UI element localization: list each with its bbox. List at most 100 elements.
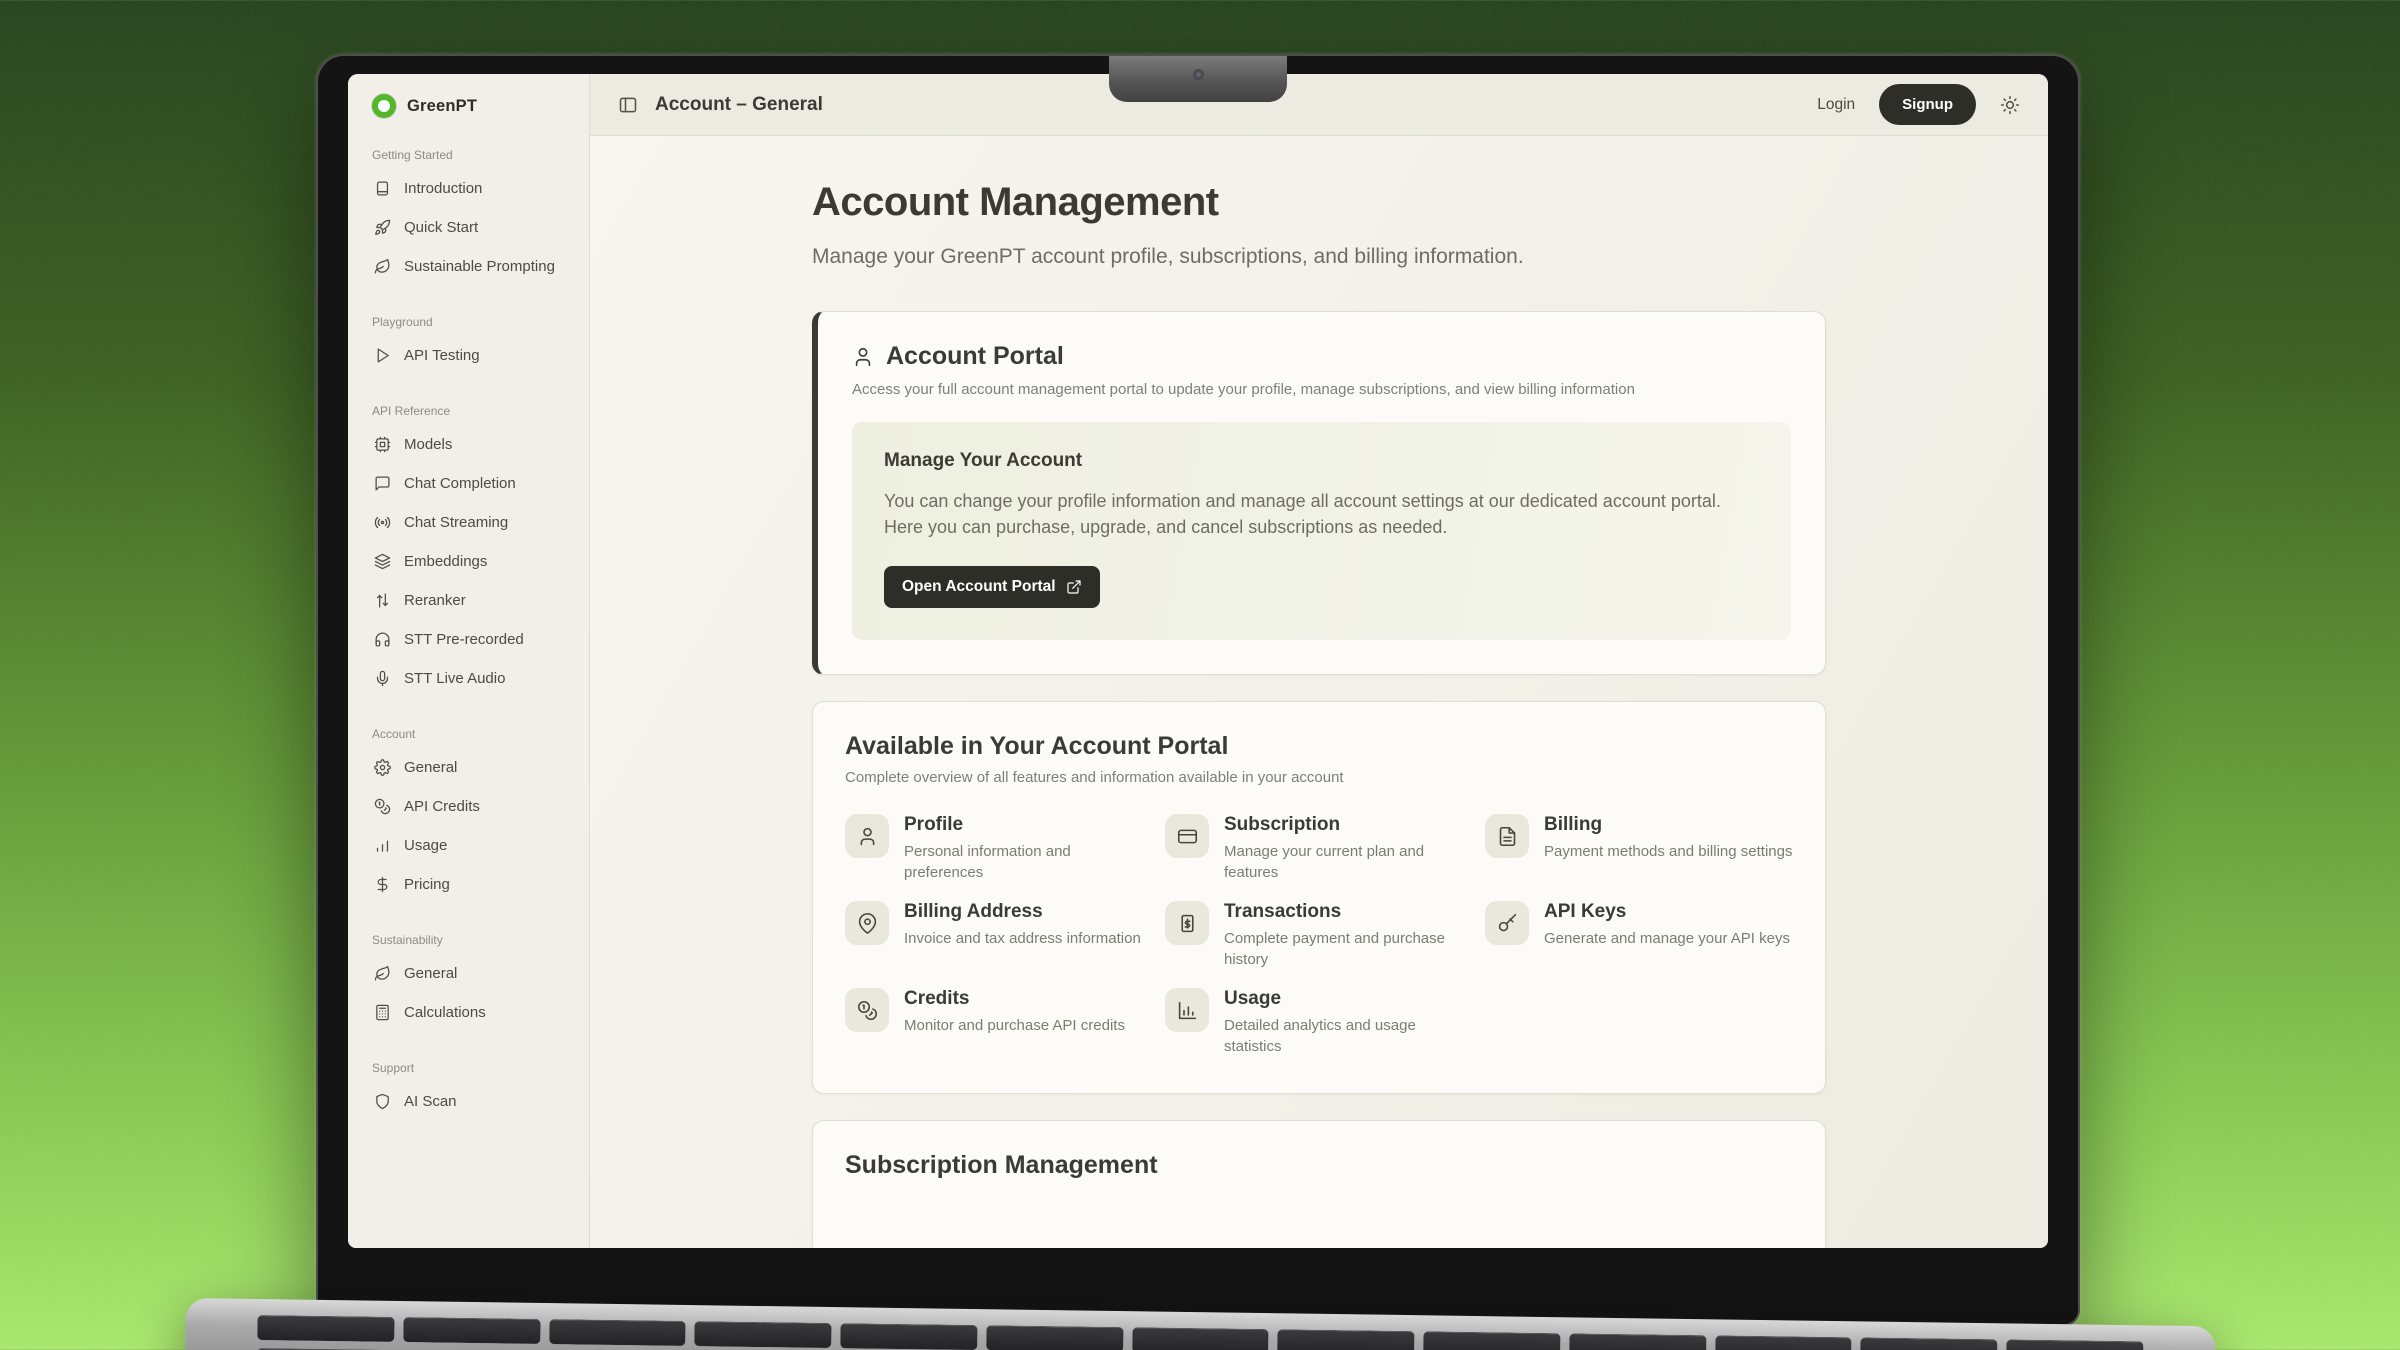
keyboard-key bbox=[1715, 1335, 1852, 1350]
sun-icon[interactable] bbox=[2000, 95, 2020, 115]
file-text-icon bbox=[1485, 814, 1529, 858]
sidebar-item-api-testing[interactable]: API Testing bbox=[372, 337, 571, 374]
sidebar-item-calculations[interactable]: Calculations bbox=[372, 994, 571, 1031]
sidebar-item-label: STT Live Audio bbox=[404, 670, 505, 687]
sidebar-item-chat-completion[interactable]: Chat Completion bbox=[372, 465, 571, 502]
sidebar-item-stt-pre-recorded[interactable]: STT Pre-recorded bbox=[372, 621, 571, 658]
sidebar-section-label: Sustainability bbox=[372, 933, 571, 947]
sidebar-item-api-credits[interactable]: API Credits bbox=[372, 788, 571, 825]
external-link-icon bbox=[1066, 579, 1082, 595]
sidebar-section-label: API Reference bbox=[372, 404, 571, 418]
panel-left-icon[interactable] bbox=[618, 95, 638, 115]
portal-features-subtitle: Complete overview of all features and in… bbox=[845, 769, 1793, 786]
subscription-management-title: Subscription Management bbox=[845, 1151, 1793, 1180]
bar-chart-icon bbox=[374, 837, 391, 854]
sidebar-item-label: Pricing bbox=[404, 876, 450, 893]
sidebar-item-quick-start[interactable]: Quick Start bbox=[372, 209, 571, 246]
sidebar-item-label: Quick Start bbox=[404, 219, 478, 236]
manage-account-title: Manage Your Account bbox=[884, 450, 1759, 472]
features-grid: Profile Personal information and preferen… bbox=[845, 814, 1793, 1057]
chart-column-icon bbox=[1165, 988, 1209, 1032]
portal-features-card: Available in Your Account Portal Complet… bbox=[812, 701, 1826, 1094]
sidebar-item-label: General bbox=[404, 759, 457, 776]
headphones-icon bbox=[374, 631, 391, 648]
sidebar-section-label: Account bbox=[372, 727, 571, 741]
keyboard-key bbox=[1278, 1329, 1415, 1350]
key-icon bbox=[1485, 901, 1529, 945]
feature-title: Profile bbox=[904, 814, 1153, 836]
feature-description: Detailed analytics and usage statistics bbox=[1224, 1015, 1473, 1057]
sidebar-item-usage[interactable]: Usage bbox=[372, 827, 571, 864]
brand-logo-icon bbox=[372, 94, 396, 118]
sidebar-item-label: Models bbox=[404, 436, 452, 453]
account-portal-title: Account Portal bbox=[886, 342, 1064, 371]
mic-icon bbox=[374, 670, 391, 687]
topbar: Account – General Login Signup bbox=[590, 74, 2048, 136]
keyboard-key bbox=[2006, 1339, 2143, 1350]
leaf-icon bbox=[374, 258, 391, 275]
feature-item-credits: Credits Monitor and purchase API credits bbox=[845, 988, 1153, 1057]
sidebar-item-models[interactable]: Models bbox=[372, 426, 571, 463]
feature-description: Monitor and purchase API credits bbox=[904, 1015, 1125, 1036]
laptop-screen: GreenPT Getting StartedIntroductionQuick… bbox=[316, 54, 2080, 1326]
sidebar-item-reranker[interactable]: Reranker bbox=[372, 582, 571, 619]
open-account-portal-button[interactable]: Open Account Portal bbox=[884, 566, 1100, 608]
portal-features-title: Available in Your Account Portal bbox=[845, 732, 1793, 761]
brand-logo[interactable]: GreenPT bbox=[372, 94, 571, 118]
feature-title: Credits bbox=[904, 988, 1125, 1010]
sidebar-section-label: Support bbox=[372, 1061, 571, 1075]
login-link[interactable]: Login bbox=[1817, 96, 1855, 114]
page-subtitle: Manage your GreenPT account profile, sub… bbox=[812, 245, 1826, 269]
feature-item-billing-address: Billing AddressInvoice and tax address i… bbox=[845, 901, 1153, 970]
sidebar-item-stt-live-audio[interactable]: STT Live Audio bbox=[372, 660, 571, 697]
sidebar-item-label: Sustainable Prompting bbox=[404, 258, 555, 275]
open-account-portal-label: Open Account Portal bbox=[902, 578, 1056, 596]
receipt-icon bbox=[1165, 901, 1209, 945]
feature-item-api-keys: API Keys Generate and manage your API key… bbox=[1485, 901, 1793, 970]
sidebar-item-label: Reranker bbox=[404, 592, 466, 609]
feature-title: Billing bbox=[1544, 814, 1792, 836]
keyboard-key bbox=[257, 1315, 394, 1342]
manage-account-panel: Manage Your Account You can change your … bbox=[852, 422, 1791, 640]
layers-icon bbox=[374, 553, 391, 570]
feature-description: Personal information and preferences bbox=[904, 841, 1153, 883]
account-portal-card: Account Portal Access your full account … bbox=[812, 311, 1826, 675]
calculator-icon bbox=[374, 1004, 391, 1021]
account-portal-description: Access your full account management port… bbox=[852, 381, 1791, 398]
laptop-notch bbox=[1109, 56, 1287, 102]
feature-item-usage: UsageDetailed analytics and usage statis… bbox=[1165, 988, 1473, 1057]
rocket-icon bbox=[374, 219, 391, 236]
keyboard-key bbox=[840, 1323, 977, 1350]
keyboard-key bbox=[1423, 1331, 1560, 1350]
subscription-management-card: Subscription Management bbox=[812, 1120, 1826, 1248]
sidebar-item-general[interactable]: General bbox=[372, 955, 571, 992]
feature-description: Generate and manage your API keys bbox=[1544, 928, 1790, 949]
sidebar-item-chat-streaming[interactable]: Chat Streaming bbox=[372, 504, 571, 541]
keyboard-key bbox=[1132, 1327, 1269, 1350]
coins-icon bbox=[845, 988, 889, 1032]
feature-title: API Keys bbox=[1544, 901, 1790, 923]
credit-card-icon bbox=[1165, 814, 1209, 858]
coins-icon bbox=[374, 798, 391, 815]
sidebar-item-pricing[interactable]: Pricing bbox=[372, 866, 571, 903]
sidebar-item-label: Chat Completion bbox=[404, 475, 516, 492]
sidebar-section-label: Playground bbox=[372, 315, 571, 329]
sidebar-item-ai-scan[interactable]: AI Scan bbox=[372, 1083, 571, 1120]
sidebar-item-sustainable-prompting[interactable]: Sustainable Prompting bbox=[372, 248, 571, 285]
keyboard-key bbox=[403, 1317, 540, 1344]
feature-title: Billing Address bbox=[904, 901, 1141, 923]
arrow-up-down-icon bbox=[374, 592, 391, 609]
sidebar-item-embeddings[interactable]: Embeddings bbox=[372, 543, 571, 580]
manage-account-body: You can change your profile information … bbox=[884, 488, 1759, 540]
signup-button[interactable]: Signup bbox=[1879, 84, 1976, 125]
keyboard-key bbox=[1861, 1337, 1998, 1350]
sidebar-item-label: Embeddings bbox=[404, 553, 487, 570]
keyboard-key bbox=[1569, 1333, 1706, 1350]
leaf-icon bbox=[374, 965, 391, 982]
laptop-camera bbox=[1193, 69, 1204, 80]
sidebar-item-introduction[interactable]: Introduction bbox=[372, 170, 571, 207]
feature-item-billing: BillingPayment methods and billing setti… bbox=[1485, 814, 1793, 883]
page-title: Account Management bbox=[812, 180, 1826, 225]
sidebar-item-general[interactable]: General bbox=[372, 749, 571, 786]
user-icon bbox=[845, 814, 889, 858]
